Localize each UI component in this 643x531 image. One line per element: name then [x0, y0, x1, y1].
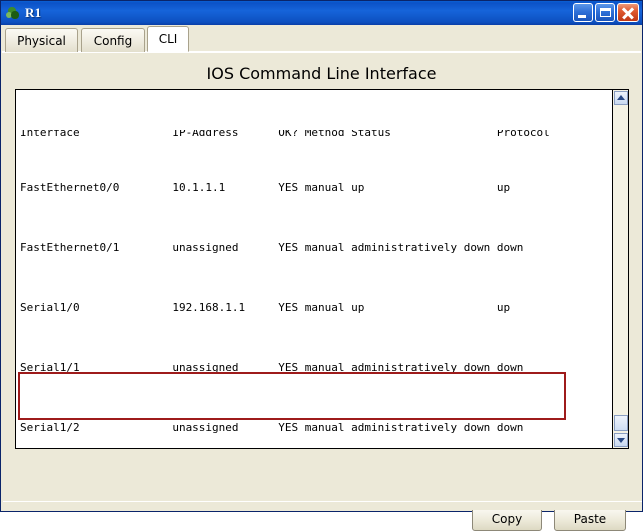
page-title: IOS Command Line Interface	[206, 64, 437, 83]
cli-terminal[interactable]: Interface IP-Address OK? Method Status P…	[15, 89, 629, 449]
terminal-line: Serial1/0 192.168.1.1 YES manual up up	[20, 301, 511, 314]
window-title: R1	[25, 5, 42, 20]
device-config-window: R1 Physical Config CLI IOS Command Line …	[0, 0, 643, 531]
status-bar	[3, 501, 642, 510]
terminal-line: Serial1/2 unassigned YES manual administ…	[20, 421, 524, 434]
terminal-line: FastEthernet0/0 10.1.1.1 YES manual up u…	[20, 181, 511, 194]
router-icon	[5, 5, 21, 21]
terminal-line: Serial1/1 unassigned YES manual administ…	[20, 361, 524, 374]
minimize-button[interactable]	[573, 3, 593, 22]
scrollbar-thumb[interactable]	[614, 415, 628, 431]
tab-strip: Physical Config CLI	[2, 25, 641, 52]
terminal-output[interactable]: Interface IP-Address OK? Method Status P…	[16, 90, 612, 448]
close-button[interactable]	[617, 3, 639, 22]
terminal-line: Interface IP-Address OK? Method Status P…	[20, 130, 550, 138]
tab-cli[interactable]: CLI	[147, 26, 189, 52]
tab-config[interactable]: Config	[81, 28, 145, 52]
cli-panel: IOS Command Line Interface Interface IP-…	[2, 52, 642, 531]
scroll-up-arrow-icon[interactable]	[614, 91, 628, 105]
window-controls	[573, 3, 639, 22]
terminal-line: FastEthernet0/1 unassigned YES manual ad…	[20, 241, 524, 254]
terminal-scrollbar[interactable]	[612, 90, 628, 448]
maximize-button[interactable]	[595, 3, 615, 22]
window-titlebar: R1	[1, 1, 642, 25]
scroll-down-arrow-icon[interactable]	[614, 433, 628, 447]
tab-physical[interactable]: Physical	[5, 28, 78, 52]
